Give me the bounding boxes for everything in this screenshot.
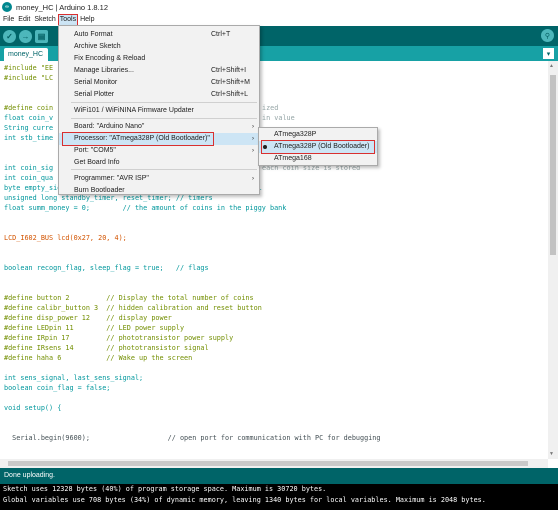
code-line: #define IRpin 17 // phototransistor powe… — [4, 334, 234, 342]
window-title: money_HC | Arduino 1.8.12 — [16, 2, 109, 12]
code-line: #define haha 6 // Wake up the screen — [4, 354, 193, 362]
horizontal-scrollbar[interactable] — [0, 459, 548, 468]
upload-button[interactable]: → — [19, 29, 32, 43]
menu-item-label: Burn Bootloader — [74, 187, 125, 194]
menu-item-label: Port: "COM5" — [74, 147, 116, 154]
tab-menu-button[interactable]: ▾ — [543, 48, 554, 59]
console-line: Global variables use 708 bytes (34%) of … — [3, 496, 486, 504]
menu-item-label: Serial Plotter — [74, 91, 115, 98]
code-line: float summ_money = 0; // the amount of c… — [4, 204, 287, 212]
processor-highlight-box — [62, 132, 214, 146]
menu-item-label: WiFi101 / WiFiNINA Firmware Updater — [74, 107, 194, 114]
status-bar: Done uploading. — [0, 468, 558, 484]
menu-item-label: Get Board Info — [74, 159, 120, 166]
verify-button[interactable]: ✓ — [3, 29, 16, 43]
chevron-right-icon: › — [252, 124, 254, 130]
processor-option-label: ATmega168 — [274, 155, 312, 162]
tab-money-hc[interactable]: money_HC — [4, 48, 48, 61]
tools-menu-item[interactable]: Serial Monitor Ctrl+Shift+M — [59, 77, 259, 89]
scroll-up-icon[interactable]: ▲ — [549, 63, 554, 69]
code-line: LCD_I602_BUS lcd(0x27, 20, 4); — [4, 234, 127, 242]
menu-item-label: Serial Monitor — [74, 79, 118, 86]
code-line: #include "EE — [4, 64, 54, 72]
arduino-logo-icon: ∞ — [2, 2, 12, 12]
console-output: Sketch uses 12328 bytes (40%) of program… — [0, 484, 558, 510]
chevron-right-icon: › — [252, 148, 254, 154]
scroll-down-icon[interactable]: ▼ — [549, 451, 554, 457]
menu-sketch[interactable]: Sketch — [33, 15, 56, 25]
code-line: boolean coin_flag = false; — [4, 384, 111, 392]
menu-shortcut: Ctrl+Shift+L — [211, 91, 248, 98]
tools-menu-item[interactable]: Port: "COM5" › — [59, 145, 259, 157]
menu-separator — [71, 102, 257, 103]
menu-item-label: Fix Encoding & Reload — [74, 55, 146, 62]
code-line: int coin_sig — [4, 164, 54, 172]
menu-help[interactable]: Help — [79, 15, 95, 25]
code-fragment: ized — [262, 104, 279, 112]
menu-item-label: Programmer: "AVR ISP" — [74, 175, 149, 182]
menu-shortcut: Ctrl+T — [211, 31, 231, 38]
tools-menu-item[interactable]: Get Board Info — [59, 157, 259, 169]
processor-option[interactable]: ATmega168 — [259, 153, 377, 165]
code-line: int stb_time — [4, 134, 54, 142]
check-icon: ✓ — [6, 31, 13, 41]
menu-separator — [71, 169, 257, 170]
code-line: #define button 2 // Display the total nu… — [4, 294, 254, 302]
title-bar: ∞ money_HC | Arduino 1.8.12 — [0, 0, 558, 14]
new-file-icon: ▤ — [37, 31, 46, 41]
tools-menu-item[interactable]: Manage Libraries... Ctrl+Shift+I — [59, 65, 259, 77]
tools-menu-item[interactable]: Programmer: "AVR ISP" › — [59, 173, 259, 185]
code-line: int coin_qua — [4, 174, 54, 182]
code-line: boolean recogn_flag, sleep_flag = true; … — [4, 264, 209, 272]
menu-separator — [71, 118, 257, 119]
processor-submenu: ATmega328P ATmega328P (Old Bootloader) ATm… — [258, 127, 378, 166]
menu-item-label: Auto Format — [74, 31, 113, 38]
scroll-thumb[interactable] — [550, 75, 556, 255]
vertical-scrollbar[interactable]: ▲ ▼ — [548, 61, 558, 459]
menu-file[interactable]: File — [2, 15, 15, 25]
menu-tools[interactable]: Tools — [57, 14, 79, 26]
code-line: #define coin — [4, 104, 54, 112]
menu-shortcut: Ctrl+Shift+M — [211, 79, 250, 86]
magnifier-icon: ⚲ — [544, 32, 551, 40]
menu-item-label: Manage Libraries... — [74, 67, 134, 74]
menu-item-label: Archive Sketch — [74, 43, 121, 50]
code-line: #define calibr_button 3 // hidden calibr… — [4, 304, 262, 312]
arrow-right-icon: → — [21, 31, 30, 41]
tools-menu-item[interactable]: Archive Sketch — [59, 41, 259, 53]
code-fragment: in value — [262, 114, 295, 122]
selected-processor-highlight-box — [261, 140, 375, 154]
menu-shortcut: Ctrl+Shift+I — [211, 67, 247, 74]
console-line: Sketch uses 12328 bytes (40%) of program… — [3, 485, 327, 493]
chevron-down-icon: ▾ — [546, 50, 551, 58]
code-line: #define disp_power 12 // display power — [4, 314, 172, 322]
code-line: String curre — [4, 124, 54, 132]
tools-menu: Auto Format Ctrl+T Archive Sketch Fix Encod… — [58, 25, 260, 195]
code-line: #include "LC — [4, 74, 54, 82]
chevron-right-icon: › — [252, 176, 254, 182]
tools-menu-item[interactable]: Fix Encoding & Reload — [59, 53, 259, 65]
tools-menu-item[interactable]: WiFi101 / WiFiNINA Firmware Updater — [59, 105, 259, 117]
new-button[interactable]: ▤ — [35, 29, 48, 43]
code-line: int sens_signal, last_sens_signal; — [4, 374, 144, 382]
code-line: Serial.begin(9600); // open port for com… — [4, 434, 381, 442]
menu-edit[interactable]: Edit — [17, 15, 31, 25]
horizontal-scroll-thumb[interactable] — [8, 461, 528, 466]
code-line: #define IRsens 14 // phototransistor sig… — [4, 344, 209, 352]
tools-menu-item[interactable]: Burn Bootloader — [59, 185, 259, 197]
code-line: float coin_v — [4, 114, 54, 122]
code-line: void setup() { — [4, 404, 62, 412]
serial-monitor-button[interactable]: ⚲ — [541, 29, 554, 42]
tools-menu-item[interactable]: Serial Plotter Ctrl+Shift+L — [59, 89, 259, 101]
tools-menu-item[interactable]: Auto Format Ctrl+T — [59, 29, 259, 41]
chevron-right-icon: › — [252, 136, 254, 142]
code-line: #define LEDpin 11 // LED power supply — [4, 324, 185, 332]
